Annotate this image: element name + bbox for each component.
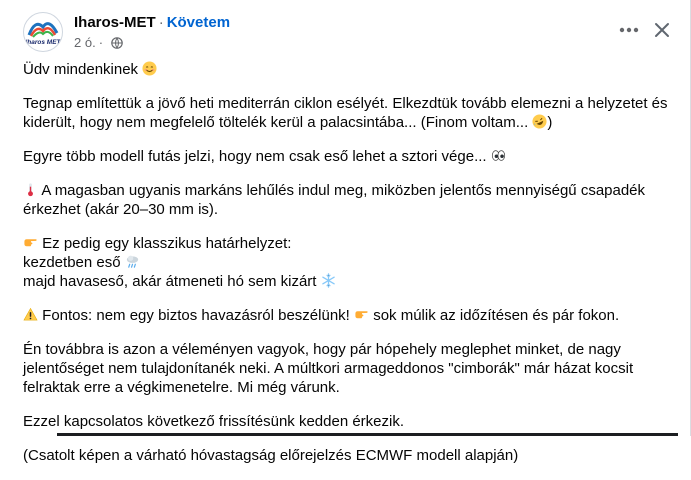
- more-options-button[interactable]: [614, 16, 644, 44]
- post-header: Iharos MET Iharos-MET · Követem 2 ó. ·: [23, 10, 683, 60]
- warning-text: Fontos: nem egy biztos havazásról beszél…: [42, 307, 350, 324]
- paragraph-models: Egyre több modell futás jelzi, hogy nem …: [23, 147, 673, 166]
- more-horizontal-icon: [619, 27, 639, 33]
- rain-first-text: kezdetben eső: [23, 254, 121, 271]
- eyes-emoji-icon: [491, 150, 505, 161]
- models-text: Egyre több modell futás jelzi, hogy nem …: [23, 148, 487, 165]
- opinion-text: Én továbbra is azon a véleményen vagyok,…: [23, 341, 634, 396]
- rolling-laughing-emoji-icon: [532, 114, 547, 129]
- name-line: Iharos-MET · Követem: [74, 13, 230, 32]
- post-body: Üdv mindenkinek Tegnap említettük a jövő…: [23, 60, 673, 480]
- paragraph-warning: Fontos: nem egy biztos havazásról beszél…: [23, 306, 673, 325]
- globe-icon: [111, 37, 123, 49]
- cloud-rain-emoji-icon: [126, 255, 138, 268]
- avatar[interactable]: Iharos MET: [23, 12, 63, 52]
- post-subline: 2 ó. ·: [74, 35, 230, 51]
- cooling-text: A magasban ugyanis markáns lehűlés indul…: [23, 182, 646, 218]
- paragraph-update: Ezzel kapcsolatos következő frissítésünk…: [23, 412, 673, 431]
- thermometer-emoji-icon: [28, 183, 33, 197]
- paragraph-attachment-note: (Csatolt képen a várható hóvastagság elő…: [23, 446, 673, 465]
- paragraph-cyclone: Tegnap említettük a jövő heti mediterrán…: [23, 94, 673, 132]
- sleet-snow-text: majd havaseső, akár átmeneti hó sem kizá…: [23, 273, 317, 290]
- paragraph-greeting: Üdv mindenkinek: [23, 60, 673, 79]
- pointing-right-emoji-icon: [355, 311, 368, 319]
- close-icon: [655, 23, 669, 37]
- snowflake-emoji-icon: [321, 273, 335, 288]
- timing-text: sok múlik az időzítésen és pár fokon.: [373, 307, 620, 324]
- avatar-logo-text: Iharos MET: [25, 39, 61, 46]
- page-name-link[interactable]: Iharos-MET: [74, 14, 156, 31]
- separator-dot: ·: [158, 14, 164, 31]
- cyclone-text-end: ): [547, 114, 553, 131]
- follow-button[interactable]: Követem: [167, 14, 230, 31]
- paragraph-opinion: Én továbbra is azon a véleményen vagyok,…: [23, 340, 673, 397]
- attachment-note-text: (Csatolt képen a várható hóvastagság elő…: [23, 447, 519, 464]
- borderline-intro-text: Ez pedig egy klasszikus határhelyzet:: [42, 235, 292, 252]
- update-text: Ezzel kapcsolatos következő frissítésünk…: [23, 413, 405, 430]
- facebook-post: Iharos MET Iharos-MET · Követem 2 ó. · Ü…: [0, 0, 691, 464]
- post-timestamp[interactable]: 2 ó.: [74, 35, 96, 51]
- paragraph-borderline: Ez pedig egy klasszikus határhelyzet: ke…: [23, 234, 673, 291]
- cyclone-text: Tegnap említettük a jövő heti mediterrán…: [23, 95, 668, 131]
- separator-dot: ·: [98, 35, 104, 50]
- post-meta: Iharos-MET · Követem 2 ó. ·: [74, 13, 230, 51]
- close-button[interactable]: [647, 16, 677, 44]
- paragraph-cooling: A magasban ugyanis markáns lehűlés indul…: [23, 181, 673, 219]
- pointing-right-emoji-icon: [24, 239, 37, 247]
- greeting-text: Üdv mindenkinek: [23, 61, 139, 78]
- smiling-face-emoji-icon: [142, 61, 157, 76]
- warning-emoji-icon: [23, 307, 38, 321]
